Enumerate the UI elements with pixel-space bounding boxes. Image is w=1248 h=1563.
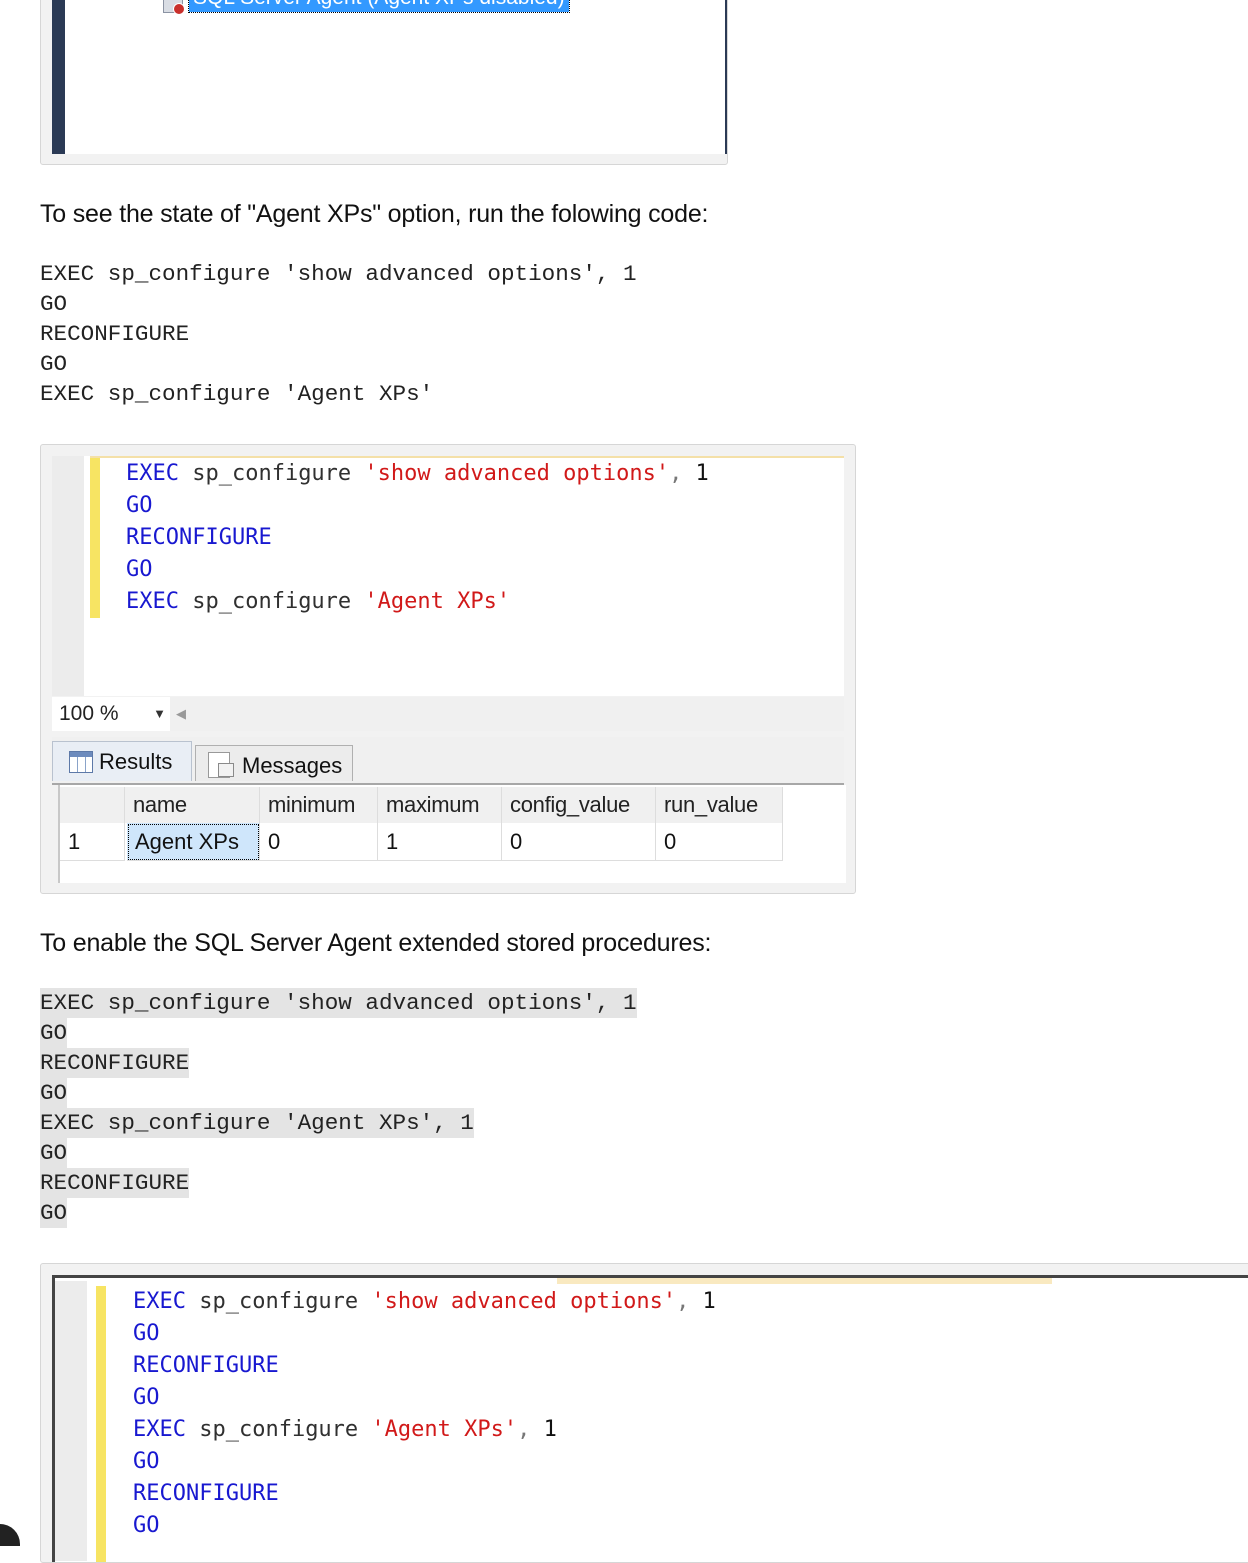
sql-keyword: RECONFIGURE <box>133 1353 279 1378</box>
code-line: GO <box>40 1138 68 1168</box>
tab-results[interactable]: Results <box>52 741 192 781</box>
query-editor[interactable]: EXEC sp_configure 'show advanced options… <box>52 456 844 696</box>
messages-icon <box>208 752 234 778</box>
ssms-query-results-screenshot: EXEC sp_configure 'show advanced options… <box>40 444 856 894</box>
code-line: GO <box>40 1018 68 1048</box>
column-header-maximum[interactable]: maximum <box>378 787 502 823</box>
code-line: EXEC sp_configure 'show advanced options… <box>40 988 637 1018</box>
sql-string: 'show advanced options' <box>371 1289 677 1314</box>
sql-agent-stopped-icon <box>163 0 185 15</box>
sql-keyword: EXEC <box>126 461 179 486</box>
sql-keyword: RECONFIGURE <box>126 525 272 550</box>
cell-maximum[interactable]: 1 <box>378 823 502 861</box>
window-corner <box>0 1524 20 1546</box>
change-tracking-bar <box>96 1286 106 1562</box>
scroll-left-icon[interactable]: ◀ <box>176 697 186 731</box>
zoom-bar: 100 % ▼ ◀ <box>52 697 844 731</box>
tab-messages[interactable]: Messages <box>195 745 353 781</box>
editor-gutter <box>55 1281 87 1561</box>
row-number[interactable]: 1 <box>60 823 125 861</box>
zoom-select[interactable]: 100 % ▼ <box>52 697 170 731</box>
sql-string: 'Agent XPs' <box>364 589 511 614</box>
sql-string: 'Agent XPs' <box>371 1417 518 1442</box>
sql-code: EXEC sp_configure 'show advanced options… <box>133 1286 716 1542</box>
sql-keyword: EXEC <box>133 1417 186 1442</box>
sql-number: 1 <box>689 1289 716 1314</box>
sql-keyword: EXEC <box>133 1289 186 1314</box>
sql-keyword: GO <box>126 557 153 582</box>
code-line: GO <box>40 1198 68 1228</box>
cell-config-value[interactable]: 0 <box>502 823 656 861</box>
sql-procedure: sp_configure <box>178 461 365 486</box>
tab-results-label: Results <box>99 749 173 774</box>
column-header-config-value[interactable]: config_value <box>502 787 656 823</box>
sql-procedure: sp_configure <box>185 1289 372 1314</box>
sql-code: EXEC sp_configure 'show advanced options… <box>126 458 709 618</box>
code-line: RECONFIGURE <box>40 321 190 347</box>
sql-keyword: GO <box>133 1449 160 1474</box>
code-line: RECONFIGURE <box>40 1168 190 1198</box>
sql-keyword: GO <box>126 493 153 518</box>
sql-comma: , <box>669 461 683 486</box>
sql-procedure: sp_configure <box>178 589 365 614</box>
sql-keyword: RECONFIGURE <box>133 1481 279 1506</box>
sql-comma: , <box>676 1289 690 1314</box>
sql-procedure: sp_configure <box>185 1417 372 1442</box>
results-grid: name minimum maximum config_value run_va… <box>58 785 846 883</box>
code-block-check: EXEC sp_configure 'show advanced options… <box>40 259 637 409</box>
dropdown-arrow-icon[interactable]: ▼ <box>153 697 166 731</box>
sql-keyword: GO <box>133 1321 160 1346</box>
code-line: EXEC sp_configure 'Agent XPs' <box>40 381 434 407</box>
sql-keyword: EXEC <box>126 589 179 614</box>
sql-keyword: GO <box>133 1385 160 1410</box>
grid-results-icon <box>69 751 93 773</box>
results-tab-strip: Results Messages <box>52 737 844 785</box>
sql-number: 1 <box>682 461 709 486</box>
editor-gutter <box>52 456 84 696</box>
tab-messages-label: Messages <box>242 753 343 778</box>
zoom-value: 100 % <box>59 702 119 725</box>
intro-paragraph: To see the state of "Agent XPs" option, … <box>40 200 709 228</box>
code-line: EXEC sp_configure 'Agent XPs', 1 <box>40 1108 474 1138</box>
sql-number: 1 <box>530 1417 557 1442</box>
sql-keyword: GO <box>133 1513 160 1538</box>
code-block-enable: EXEC sp_configure 'show advanced options… <box>40 988 637 1228</box>
enable-paragraph: To enable the SQL Server Agent extended … <box>40 929 712 957</box>
code-line: GO <box>40 291 68 317</box>
column-header-name[interactable]: name <box>125 787 260 823</box>
code-line: RECONFIGURE <box>40 1048 190 1078</box>
code-line: GO <box>40 351 68 377</box>
sql-server-agent-node[interactable]: SQL Server Agent (Agent XPs disabled) <box>188 0 570 13</box>
query-editor[interactable]: EXEC sp_configure 'show advanced options… <box>52 1275 1248 1562</box>
row-number-header <box>60 787 125 823</box>
code-line: GO <box>40 1078 68 1108</box>
editor-top-band <box>557 1278 1052 1284</box>
sql-comma: , <box>517 1417 531 1442</box>
object-explorer-pane: SQL Server Agent (Agent XPs disabled) <box>52 0 727 154</box>
code-line: EXEC sp_configure 'show advanced options… <box>40 261 637 287</box>
cell-name[interactable]: Agent XPs <box>127 823 260 861</box>
column-header-minimum[interactable]: minimum <box>260 787 378 823</box>
object-explorer-screenshot: SQL Server Agent (Agent XPs disabled) <box>40 0 728 165</box>
change-tracking-bar <box>90 458 100 618</box>
cell-minimum[interactable]: 0 <box>260 823 378 861</box>
cell-run-value[interactable]: 0 <box>656 823 783 861</box>
column-header-run-value[interactable]: run_value <box>656 787 783 823</box>
sql-string: 'show advanced options' <box>364 461 670 486</box>
ssms-enable-script-screenshot: EXEC sp_configure 'show advanced options… <box>40 1263 1248 1563</box>
